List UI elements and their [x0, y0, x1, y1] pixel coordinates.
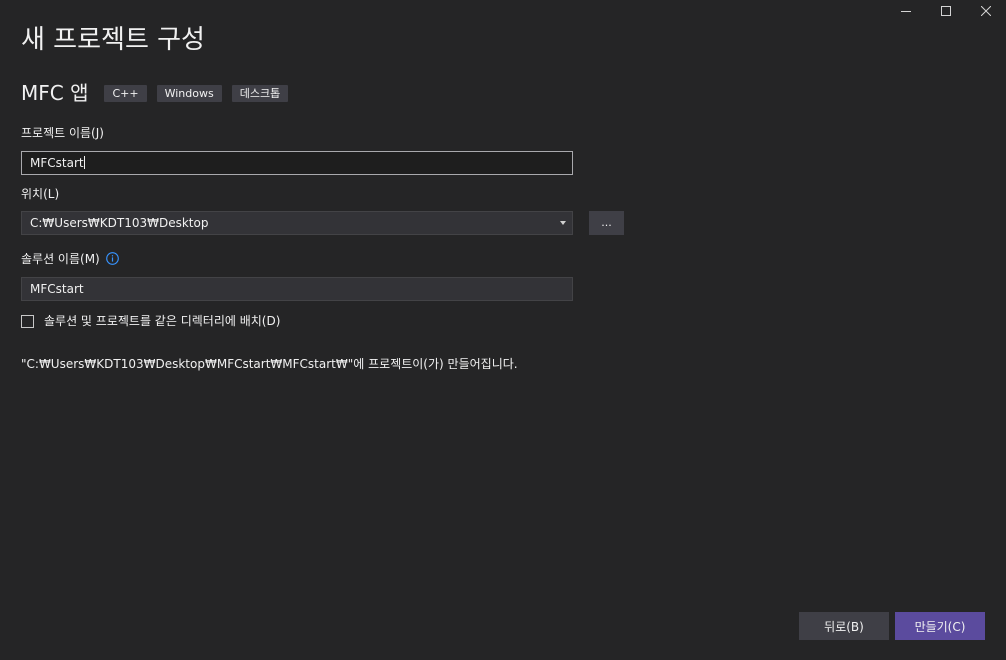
maximize-icon — [941, 6, 951, 16]
text-caret — [83, 156, 85, 169]
info-icon[interactable] — [105, 252, 119, 265]
project-name-label: 프로젝트 이름(J) — [21, 126, 104, 140]
minimize-icon — [901, 6, 911, 16]
chevron-down-icon[interactable] — [560, 221, 566, 225]
close-icon — [981, 6, 991, 16]
project-path-message: "C:₩Users₩KDT103₩Desktop₩MFCstart₩MFCsta… — [21, 357, 518, 371]
template-header: MFC 앱 C++ Windows 데스크톱 — [21, 80, 298, 106]
solution-name-input[interactable]: MFCstart — [21, 277, 573, 301]
solution-name-label-row: 솔루션 이름(M) — [21, 251, 119, 267]
solution-name-label: 솔루션 이름(M) — [21, 252, 100, 266]
create-button[interactable]: 만들기(C) — [895, 612, 985, 640]
same-directory-label: 솔루션 및 프로젝트를 같은 디렉터리에 배치(D) — [44, 314, 281, 328]
close-button[interactable] — [966, 0, 1006, 22]
project-name-value: MFCstart — [30, 156, 84, 170]
back-button[interactable]: 뒤로(B) — [799, 612, 889, 640]
maximize-button[interactable] — [926, 0, 966, 22]
location-combobox[interactable]: C:₩Users₩KDT103₩Desktop — [21, 211, 573, 235]
project-name-input[interactable]: MFCstart — [21, 151, 573, 175]
same-directory-option[interactable]: 솔루션 및 프로젝트를 같은 디렉터리에 배치(D) — [21, 313, 280, 329]
minimize-button[interactable] — [886, 0, 926, 22]
location-value: C:₩Users₩KDT103₩Desktop — [30, 216, 209, 230]
tag-windows: Windows — [156, 84, 222, 102]
window-controls — [886, 0, 1006, 22]
template-name: MFC 앱 — [21, 81, 89, 105]
tag-cpp: C++ — [104, 84, 147, 102]
same-directory-checkbox[interactable] — [21, 314, 34, 328]
page-title: 새 프로젝트 구성 — [21, 25, 205, 55]
tag-desktop: 데스크톱 — [231, 84, 289, 102]
browse-button[interactable]: ... — [589, 211, 624, 235]
location-label: 위치(L) — [21, 187, 60, 201]
